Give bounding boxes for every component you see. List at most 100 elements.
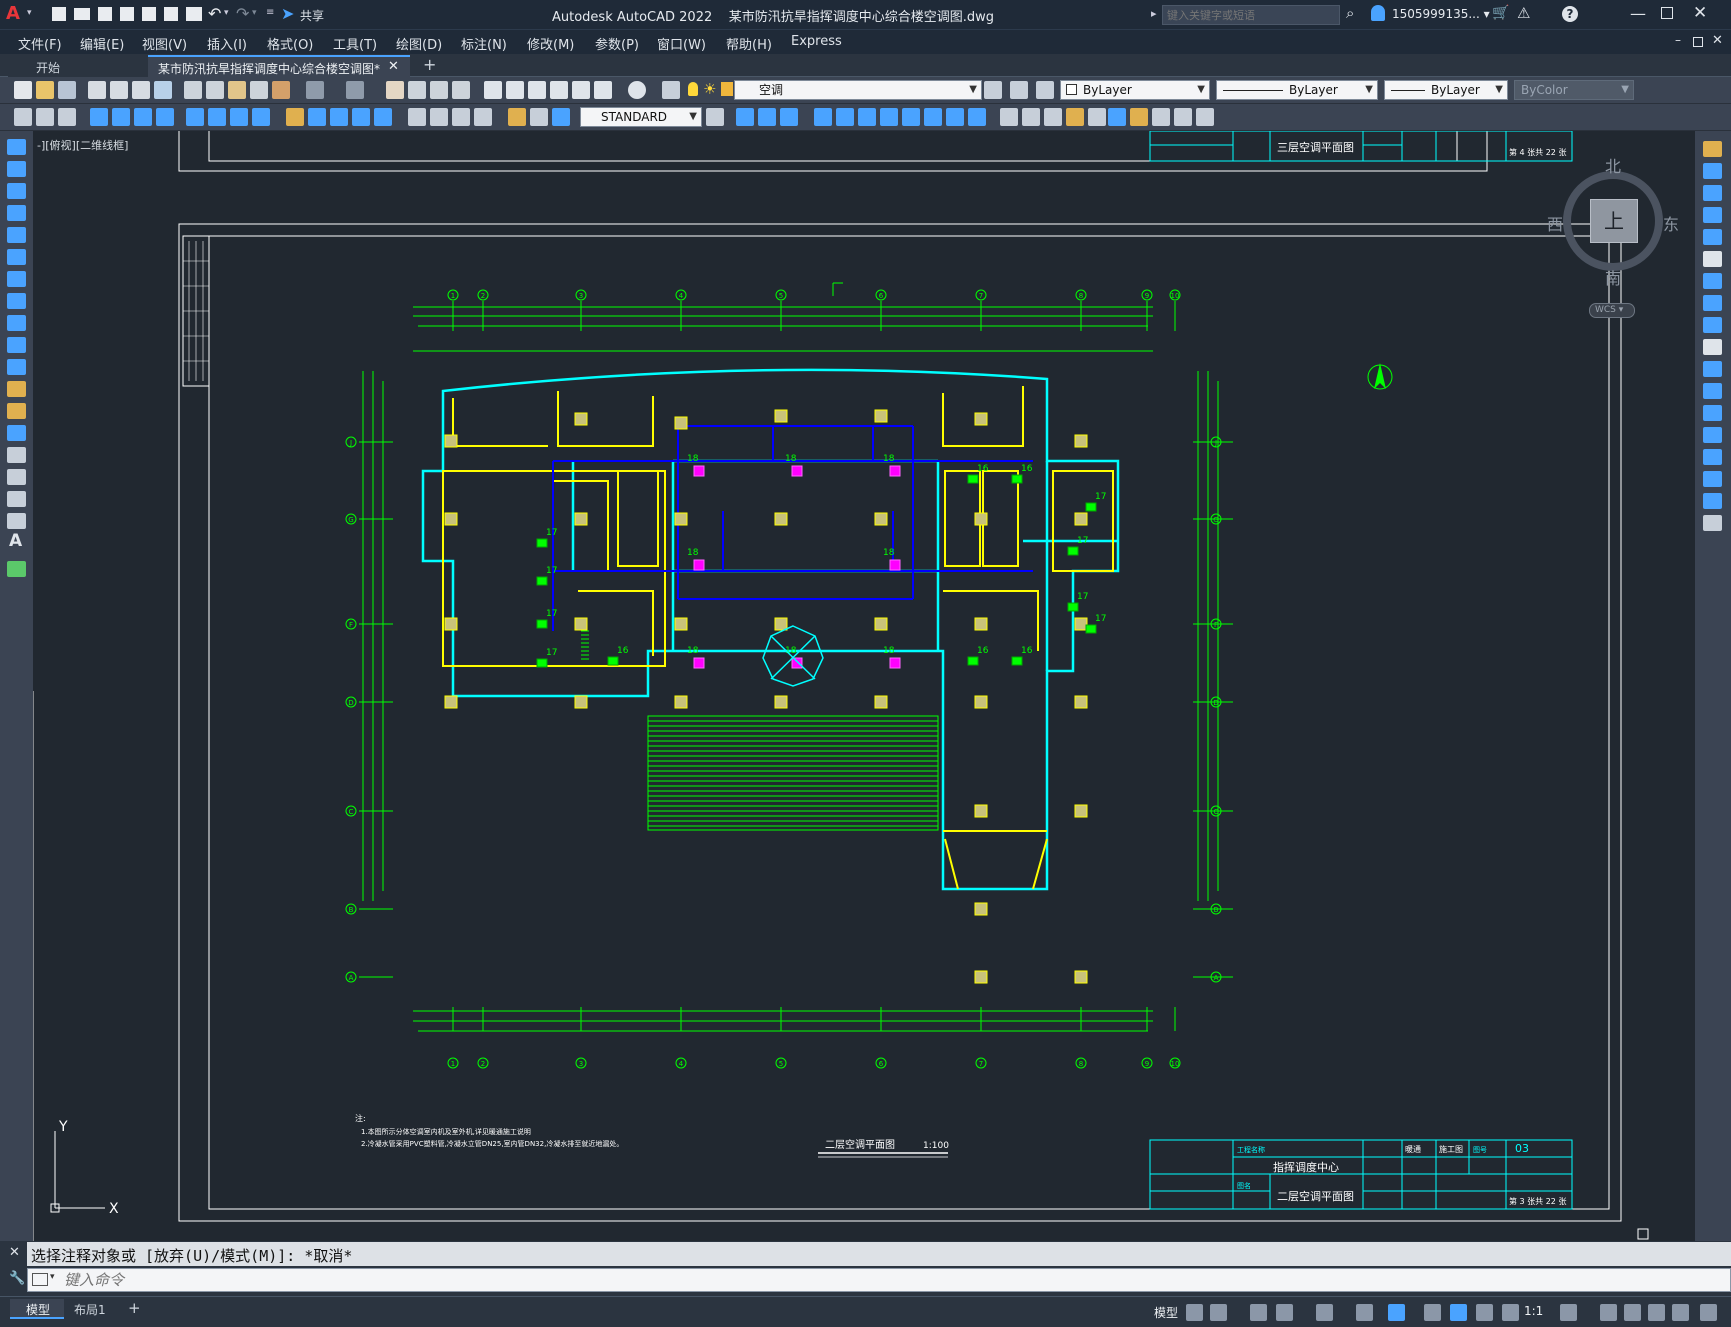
viewcube[interactable]: 上 北 南 西 东 [1547,155,1679,288]
help-icon[interactable]: ? [1562,6,1578,22]
paste-icon[interactable] [228,81,246,99]
tb-undo-icon[interactable] [306,81,324,99]
viewcube-face[interactable]: 上 [1590,199,1638,243]
center-mark-icon[interactable] [430,108,448,126]
menu-express[interactable]: Express [791,34,842,49]
search-icon[interactable]: ⌕ [1346,4,1354,22]
redo-icon[interactable]: ↷ [236,4,249,23]
qnew-icon[interactable] [14,81,32,99]
modify-rotate-icon[interactable] [880,108,898,126]
wipeout-icon[interactable] [1196,108,1214,126]
dim-arc-icon[interactable] [134,108,152,126]
pan-icon[interactable] [386,81,404,99]
plotstyle-dropdown[interactable]: ByColor ▼ [1514,80,1634,100]
line-icon[interactable] [7,139,26,155]
zoom-window-icon[interactable] [430,81,448,99]
dim-diameter-icon[interactable] [230,108,248,126]
compass-west[interactable]: 西 [1547,211,1563,235]
annotation-monitor-icon[interactable] [1600,1304,1617,1321]
auto-scale-icon[interactable] [1476,1304,1493,1321]
share-button[interactable]: 共享 [300,7,324,24]
user-account[interactable]: 1505999135... ▾ [1392,7,1490,21]
lineweight-dropdown[interactable]: ByLayer ▼ [1384,80,1508,100]
search-expand-icon[interactable]: ▸ [1151,7,1157,20]
print-preview-icon[interactable] [110,81,128,99]
chamfer-icon[interactable] [1703,449,1722,465]
modify-move-icon[interactable] [814,108,832,126]
copy-icon[interactable] [206,81,224,99]
object-snap-tracking-icon[interactable] [1356,1304,1373,1321]
erase-icon[interactable] [1703,141,1722,157]
new-tab-button[interactable]: + [423,55,436,74]
tab-active-drawing[interactable]: 某市防汛抗旱指挥调度中心综合楼空调图* ✕ [148,55,410,77]
layout1-tab[interactable]: 布局1 [74,1301,106,1318]
arc-icon[interactable] [7,249,26,265]
model-space-button[interactable]: 模型 [1154,1304,1178,1321]
menu-dimension[interactable]: 标注(N) [461,34,507,53]
infer-constraints-icon[interactable] [1250,1304,1267,1321]
insert-block-icon[interactable] [1108,108,1126,126]
jogged-linear-icon[interactable] [474,108,492,126]
ellipse-icon[interactable] [7,337,26,353]
grid-icon[interactable] [1186,1304,1203,1321]
user-icon[interactable] [1371,5,1385,21]
menu-window[interactable]: 窗口(W) [657,34,706,53]
properties-icon[interactable] [484,81,502,99]
make-current-layer-icon[interactable] [984,81,1002,99]
grip-bottom-right[interactable] [1637,1228,1649,1240]
status-customize-icon[interactable] [1700,1304,1717,1321]
3d-print-icon[interactable] [154,81,172,99]
textstyle-dropdown[interactable]: STANDARD ▼ [580,107,702,127]
doc-minimize-icon[interactable]: – [1675,33,1681,47]
zoom-previous-icon[interactable] [452,81,470,99]
offset-icon[interactable] [1703,207,1722,223]
match-properties-icon[interactable] [250,81,268,99]
new-file-icon[interactable] [52,7,66,21]
extend-icon[interactable] [1703,361,1722,377]
command-customize-icon[interactable]: 🔧 [9,1271,25,1286]
view-iso-icon[interactable] [780,108,798,126]
aligned-dim-icon[interactable] [36,108,54,126]
zoom-realtime-icon[interactable] [408,81,426,99]
layer-previous-icon[interactable] [1010,81,1028,99]
sheet-set-icon[interactable] [550,81,568,99]
solid-subtract-icon[interactable] [1066,108,1084,126]
dim-break-icon[interactable] [374,108,392,126]
undo-icon[interactable]: ↶ [208,4,221,23]
dim-space-icon[interactable] [352,108,370,126]
raster-icon[interactable] [1174,108,1192,126]
modify-scale-icon[interactable] [924,108,942,126]
view-top-icon[interactable] [758,108,776,126]
doc-close-icon[interactable]: ✕ [1712,33,1723,48]
block-editor-icon[interactable] [272,81,290,99]
units-icon[interactable] [1624,1304,1641,1321]
save-to-web-icon[interactable] [164,7,178,21]
move-icon[interactable] [1703,251,1722,267]
menu-parametric[interactable]: 参数(P) [595,34,639,53]
modify-copy-icon[interactable] [836,108,854,126]
menu-insert[interactable]: 插入(I) [207,34,247,53]
menu-help[interactable]: 帮助(H) [726,34,772,53]
open-file-icon[interactable] [74,8,90,20]
dim-ordinate-icon[interactable] [156,108,174,126]
modify-array-icon[interactable] [946,108,964,126]
annotation-visibility-icon[interactable] [1450,1304,1467,1321]
tb-help-icon[interactable] [628,81,646,99]
layer-on-icon[interactable] [688,82,698,96]
image-icon[interactable] [1152,108,1170,126]
compass-south[interactable]: 南 [1605,265,1621,289]
blend-curves-icon[interactable] [1703,493,1722,509]
trim-icon[interactable] [1703,339,1722,355]
break-at-point-icon[interactable] [1703,383,1722,399]
command-input-area[interactable]: ▾ [27,1268,1731,1292]
rectangle-icon[interactable] [7,227,26,243]
print-icon[interactable] [88,81,106,99]
menu-file[interactable]: 文件(F) [18,34,62,53]
solid-box-icon[interactable] [1000,108,1018,126]
dim-continue-icon[interactable] [330,108,348,126]
command-input[interactable] [64,1270,1664,1290]
tab-close-icon[interactable]: ✕ [388,59,399,74]
array-icon[interactable] [1703,229,1722,245]
menu-edit[interactable]: 编辑(E) [80,34,124,53]
modify-offset-icon[interactable] [968,108,986,126]
